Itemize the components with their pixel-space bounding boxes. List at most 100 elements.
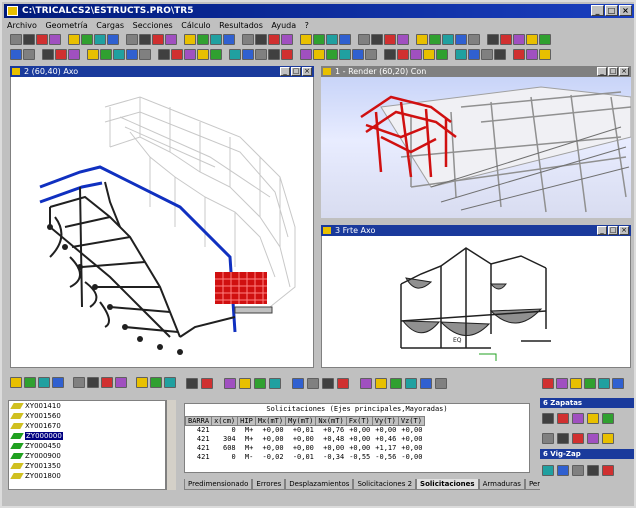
main-tool-12-icon[interactable] — [165, 34, 177, 45]
results-tool-2-icon[interactable] — [201, 378, 213, 389]
main-tool-36-icon[interactable] — [513, 34, 525, 45]
secondary-tool-1-icon[interactable] — [10, 49, 22, 60]
secondary-tool-22-icon[interactable] — [313, 49, 325, 60]
secondary-tool-29-icon[interactable] — [410, 49, 422, 60]
results-tool-9-icon[interactable] — [322, 378, 334, 389]
section-list-item[interactable]: ZY001350 — [9, 461, 165, 471]
view-maximize-button[interactable]: □ — [291, 67, 301, 76]
menu-resultados[interactable]: Resultados — [216, 21, 266, 30]
section-list-item[interactable]: XY001670 — [9, 421, 165, 431]
table-row[interactable]: 421 0 M- -0,02 -0,01 -0,34 -0,55 -0,56 -0,00 — [186, 453, 425, 462]
column-header[interactable]: Vy(T) — [371, 416, 399, 426]
secondary-tool-30-icon[interactable] — [423, 49, 435, 60]
main-tool-21-icon[interactable] — [300, 34, 312, 45]
table-row[interactable]: 421 608 M+ +0,00 +0,00 +0,00 +0,00 +1,17 +0,00 — [186, 444, 425, 453]
main-tool-30-icon[interactable] — [429, 34, 441, 45]
foundation-tool-6-icon[interactable] — [612, 378, 624, 389]
main-tool-18-icon[interactable] — [255, 34, 267, 45]
main-tool-33-icon[interactable] — [468, 34, 480, 45]
secondary-tool-15-icon[interactable] — [210, 49, 222, 60]
results-tool-5-icon[interactable] — [254, 378, 266, 389]
foundation-tool-1-icon[interactable] — [542, 378, 554, 389]
sections-tool-7-icon[interactable] — [101, 377, 113, 388]
view-front-titlebar[interactable]: 3 Frte Axo _ □ × — [321, 225, 631, 236]
results-tool-6-icon[interactable] — [269, 378, 281, 389]
main-tool-10-icon[interactable] — [139, 34, 151, 45]
secondary-tool-7-icon[interactable] — [100, 49, 112, 60]
main-tool-15-icon[interactable] — [210, 34, 222, 45]
results-tool-15-icon[interactable] — [420, 378, 432, 389]
main-tool-20-icon[interactable] — [281, 34, 293, 45]
sections-tool-8-icon[interactable] — [115, 377, 127, 388]
section-list-item[interactable]: ZY001800 — [9, 471, 165, 481]
view-close-button[interactable]: × — [619, 226, 629, 235]
secondary-tool-16-icon[interactable] — [229, 49, 241, 60]
main-tool-3-icon[interactable] — [36, 34, 48, 45]
secondary-tool-32-icon[interactable] — [455, 49, 467, 60]
main-tool-4-icon[interactable] — [49, 34, 61, 45]
main-tool-35-icon[interactable] — [500, 34, 512, 45]
sections-list-scrollbar[interactable] — [166, 400, 176, 490]
secondary-tool-14-icon[interactable] — [197, 49, 209, 60]
secondary-tool-37-icon[interactable] — [526, 49, 538, 60]
zapatas-header[interactable]: 6 Zapatas — [540, 398, 634, 408]
view-front-window[interactable]: 3 Frte Axo _ □ × EQ — [319, 223, 633, 370]
results-table-area[interactable]: Solicitaciones (Ejes principales,Mayorad… — [184, 403, 530, 473]
menu-archivo[interactable]: Archivo — [4, 21, 40, 30]
vigzap-tool-4-icon[interactable] — [587, 464, 599, 476]
results-table[interactable]: BARRA x(cm) HIP Mx(mT) My(mT) Nx(mT) Fx(T) Vy(T… — [185, 416, 425, 462]
menu-ayuda[interactable]: Ayuda — [268, 21, 299, 30]
zapatas-tool-4-icon[interactable] — [587, 412, 599, 424]
section-list-item[interactable]: ZY000000 — [9, 431, 165, 441]
main-tool-27-icon[interactable] — [384, 34, 396, 45]
main-tool-8-icon[interactable] — [107, 34, 119, 45]
secondary-tool-20-icon[interactable] — [281, 49, 293, 60]
section-list-item[interactable]: XY001560 — [9, 411, 165, 421]
foundation-tool-3-icon[interactable] — [570, 378, 582, 389]
results-tool-4-icon[interactable] — [239, 378, 251, 389]
view-front-canvas[interactable]: EQ — [321, 236, 631, 368]
view-axo-canvas[interactable] — [10, 77, 314, 368]
sections-tool-2-icon[interactable] — [24, 377, 36, 388]
main-tool-1-icon[interactable] — [10, 34, 22, 45]
secondary-tool-28-icon[interactable] — [397, 49, 409, 60]
column-header[interactable]: My(mT) — [285, 416, 317, 426]
main-tool-24-icon[interactable] — [339, 34, 351, 45]
vigzap-header[interactable]: 6 Vig-Zap — [540, 449, 634, 459]
menu-cargas[interactable]: Cargas — [93, 21, 127, 30]
vigzap-tool-5-icon[interactable] — [602, 464, 614, 476]
close-button[interactable]: × — [619, 5, 632, 16]
results-tool-12-icon[interactable] — [375, 378, 387, 389]
secondary-tool-12-icon[interactable] — [171, 49, 183, 60]
tab-errores[interactable]: Errores — [252, 479, 286, 490]
results-tool-16-icon[interactable] — [435, 378, 447, 389]
zapatas-row2-tool-1-icon[interactable] — [542, 432, 554, 444]
secondary-tool-35-icon[interactable] — [494, 49, 506, 60]
results-tool-14-icon[interactable] — [405, 378, 417, 389]
results-tool-10-icon[interactable] — [337, 378, 349, 389]
column-header[interactable]: Fx(T) — [345, 416, 373, 426]
main-tool-38-icon[interactable] — [539, 34, 551, 45]
sections-tool-9-icon[interactable] — [136, 377, 148, 388]
vigzap-tool-3-icon[interactable] — [572, 464, 584, 476]
zapatas-tool-5-icon[interactable] — [602, 412, 614, 424]
secondary-tool-27-icon[interactable] — [384, 49, 396, 60]
zapatas-row2-tool-3-icon[interactable] — [572, 432, 584, 444]
tab-solicitaciones-2[interactable]: Solicitaciones 2 — [353, 479, 417, 490]
secondary-tool-34-icon[interactable] — [481, 49, 493, 60]
results-tool-13-icon[interactable] — [390, 378, 402, 389]
view-minimize-button[interactable]: _ — [597, 67, 607, 76]
view-maximize-button[interactable]: □ — [608, 226, 618, 235]
section-list-item[interactable]: ZY000900 — [9, 451, 165, 461]
secondary-tool-19-icon[interactable] — [268, 49, 280, 60]
minimize-button[interactable]: _ — [591, 5, 604, 16]
zapatas-tool-2-icon[interactable] — [557, 412, 569, 424]
menu-secciones[interactable]: Secciones — [130, 21, 176, 30]
zapatas-row2-tool-4-icon[interactable] — [587, 432, 599, 444]
main-tool-2-icon[interactable] — [23, 34, 35, 45]
main-tool-11-icon[interactable] — [152, 34, 164, 45]
main-tool-22-icon[interactable] — [313, 34, 325, 45]
secondary-tool-21-icon[interactable] — [300, 49, 312, 60]
main-tool-7-icon[interactable] — [94, 34, 106, 45]
column-header[interactable]: HIP — [237, 416, 256, 426]
